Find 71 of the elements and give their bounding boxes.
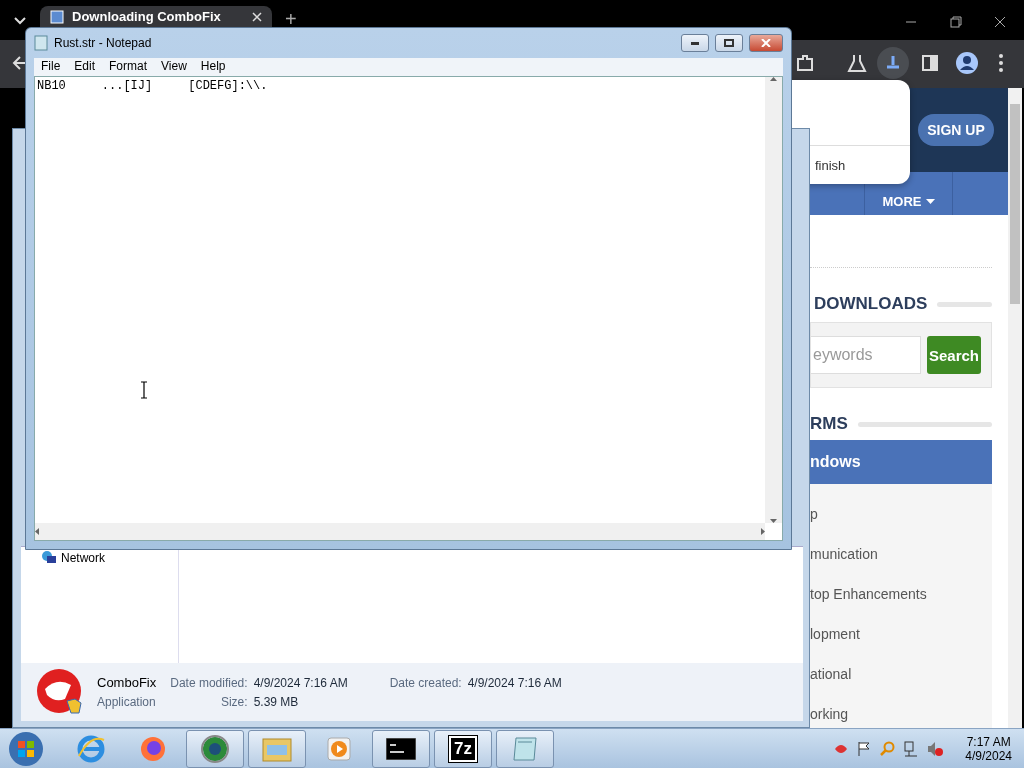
volume-muted-icon[interactable] bbox=[927, 740, 944, 757]
extensions-icon[interactable] bbox=[795, 53, 815, 73]
network-icon bbox=[41, 550, 57, 566]
close-button[interactable] bbox=[749, 34, 783, 52]
category-link[interactable]: top Enhancements bbox=[810, 585, 992, 604]
field-label: Date modified: bbox=[170, 675, 248, 690]
section-heading: DOWNLOADS bbox=[814, 294, 928, 314]
file-type: Application bbox=[97, 695, 157, 709]
category-link[interactable]: orking bbox=[810, 705, 992, 724]
file-name: ComboFix bbox=[97, 675, 157, 690]
taskbar-button[interactable]: 7z bbox=[434, 729, 492, 768]
scroll-left-icon[interactable] bbox=[35, 528, 39, 535]
field-label: Size: bbox=[219, 694, 248, 709]
taskbar-button[interactable] bbox=[372, 729, 430, 768]
field-value: 4/9/2024 7:16 AM bbox=[253, 675, 349, 690]
category-link[interactable]: p bbox=[810, 505, 992, 524]
search-button[interactable]: Search bbox=[927, 336, 981, 374]
start-button-icon[interactable] bbox=[6, 730, 46, 767]
minimize-button[interactable] bbox=[681, 34, 709, 52]
scroll-down-icon[interactable] bbox=[770, 519, 777, 523]
category-link[interactable]: ational bbox=[810, 665, 992, 684]
section-heading: RMS bbox=[810, 414, 848, 434]
sign-up-button[interactable]: SIGN UP bbox=[918, 114, 994, 146]
menu-icon[interactable] bbox=[997, 53, 1005, 73]
page-icon bbox=[50, 9, 64, 24]
scrollbar[interactable] bbox=[1008, 88, 1022, 728]
field-value: 4/9/2024 7:16 AM bbox=[467, 675, 562, 690]
archiver-icon[interactable]: 7z bbox=[449, 735, 477, 762]
menu-item[interactable]: Format bbox=[102, 58, 155, 76]
text-cursor-icon bbox=[140, 381, 148, 399]
network-icon[interactable] bbox=[903, 740, 920, 757]
category-link[interactable]: munication bbox=[810, 545, 992, 564]
scroll-right-icon[interactable] bbox=[761, 528, 765, 535]
menu-item[interactable]: Help bbox=[193, 58, 233, 76]
nav-item[interactable]: Network bbox=[41, 550, 178, 566]
new-tab-button[interactable]: + bbox=[285, 8, 297, 31]
flask-icon[interactable] bbox=[847, 53, 867, 73]
minimize-icon bbox=[691, 41, 699, 45]
nav-label: Network bbox=[61, 551, 105, 565]
category-link[interactable]: lopment bbox=[810, 625, 992, 644]
maximize-icon bbox=[724, 39, 734, 47]
profile-icon[interactable] bbox=[955, 51, 979, 75]
download-icon[interactable] bbox=[877, 47, 909, 79]
bubble-text: finish bbox=[815, 158, 847, 173]
nav-link[interactable]: MORE bbox=[882, 194, 935, 209]
field-value: 5.39 MB bbox=[253, 694, 300, 709]
app-icon bbox=[37, 669, 83, 715]
platform-tab[interactable]: ndows bbox=[810, 440, 992, 484]
menu-item[interactable]: File bbox=[34, 58, 68, 76]
terminal-icon[interactable] bbox=[386, 737, 416, 760]
browser-tab[interactable]: Downloading ComboFix bbox=[40, 6, 272, 27]
globe-icon[interactable] bbox=[200, 733, 230, 764]
clock[interactable]: 7:17 AM 4/9/2024 bbox=[965, 734, 1012, 763]
side-panel-icon[interactable] bbox=[920, 53, 940, 73]
menu-item[interactable]: View bbox=[154, 58, 194, 76]
restore-icon[interactable] bbox=[950, 16, 962, 28]
vertical-scrollbar[interactable] bbox=[765, 77, 782, 523]
maximize-button[interactable] bbox=[715, 34, 743, 52]
window-title: Rust.str - Notepad bbox=[54, 36, 153, 50]
tab-title: Downloading ComboFix bbox=[72, 9, 222, 24]
notepad-icon bbox=[34, 35, 48, 51]
caret-icon bbox=[925, 199, 935, 204]
close-icon[interactable] bbox=[994, 16, 1006, 28]
field-label: Date created: bbox=[389, 675, 462, 690]
search-field[interactable]: eywords bbox=[811, 336, 921, 374]
taskbar-button[interactable] bbox=[186, 729, 244, 768]
horizontal-scrollbar[interactable] bbox=[35, 523, 765, 540]
close-icon bbox=[761, 39, 771, 47]
menu-item[interactable]: Edit bbox=[67, 58, 103, 76]
back-icon[interactable] bbox=[12, 55, 28, 71]
flag-icon[interactable] bbox=[857, 740, 872, 757]
